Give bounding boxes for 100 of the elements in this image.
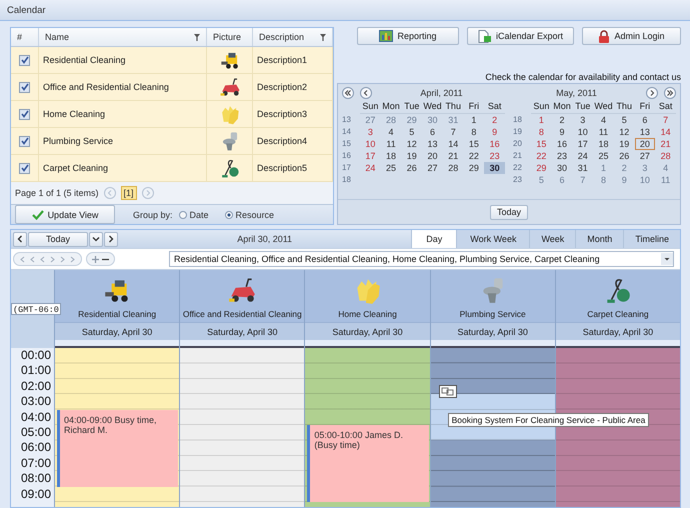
calendar-day[interactable]: 17 — [360, 150, 381, 162]
calendar-day[interactable]: 19 — [614, 138, 635, 150]
column-header[interactable]: # — [11, 28, 39, 46]
row-checkbox[interactable] — [19, 108, 30, 120]
calendar-day[interactable]: 8 — [531, 126, 552, 138]
calendar-day[interactable]: 21 — [442, 150, 464, 162]
resource-column[interactable]: 05:00-10:00 James D. (Busy time) — [304, 348, 430, 507]
radio-option[interactable]: Resource — [224, 210, 274, 220]
all-day-row[interactable] — [55, 340, 180, 348]
calendar-day[interactable]: 20 — [634, 138, 656, 150]
calendar-day[interactable]: 6 — [634, 114, 656, 126]
today-dropdown[interactable]: Today — [28, 232, 88, 246]
view-tab[interactable]: Week — [529, 230, 576, 248]
column-header[interactable]: Name — [39, 28, 207, 46]
calendar-day[interactable]: 5 — [614, 114, 635, 126]
calendar-day[interactable]: 8 — [464, 126, 484, 138]
calendar-day[interactable]: 25 — [380, 162, 402, 174]
row-checkbox[interactable] — [19, 54, 30, 66]
calendar-day[interactable]: 2 — [552, 114, 572, 126]
calendar-day[interactable]: 14 — [655, 126, 676, 138]
calendar-day[interactable]: 9 — [552, 126, 572, 138]
calendar-day[interactable]: 29 — [531, 162, 552, 174]
reporting-button[interactable]: Reporting — [357, 27, 459, 45]
calendar-day[interactable]: 23 — [484, 150, 505, 162]
column-header[interactable]: Description — [253, 28, 333, 46]
calendar-day[interactable]: 4 — [593, 114, 614, 126]
calendar-day[interactable]: 2 — [484, 114, 505, 126]
calendar-day[interactable]: 22 — [531, 150, 552, 162]
calendar-day[interactable]: 13 — [634, 126, 656, 138]
calendar-day[interactable]: 24 — [572, 150, 594, 162]
column-header[interactable]: Picture — [207, 28, 253, 46]
calendar-day[interactable]: 3 — [572, 114, 594, 126]
update-view-button[interactable]: Update View — [15, 205, 115, 224]
fast-backward-icon[interactable] — [342, 87, 354, 99]
radio-option[interactable]: Date — [178, 210, 209, 220]
calendar-day[interactable]: 24 — [360, 162, 381, 174]
calendar-day[interactable]: 4 — [380, 126, 402, 138]
calendar-day[interactable]: 10 — [360, 138, 381, 150]
all-day-row[interactable] — [305, 340, 430, 348]
view-tab[interactable]: Day — [411, 230, 456, 248]
fast-forward-icon[interactable] — [664, 87, 676, 99]
calendar-day[interactable]: 13 — [422, 138, 443, 150]
row-checkbox[interactable] — [19, 136, 30, 146]
resource-column[interactable]: 04:00-09:00 Busy time, Richard M. — [54, 348, 180, 507]
all-day-row[interactable] — [556, 340, 680, 348]
previous-month-icon[interactable] — [360, 87, 372, 99]
calendar-day[interactable]: 7 — [442, 126, 464, 138]
calendar-day[interactable]: 1 — [531, 114, 552, 126]
calendar-day[interactable]: 3 — [360, 126, 381, 138]
calendar-day[interactable]: 7 — [655, 114, 676, 126]
calendar-day[interactable]: 11 — [380, 138, 402, 150]
calendar-day[interactable]: 5 — [401, 126, 422, 138]
calendar-day[interactable]: 19 — [401, 150, 422, 162]
calendar-day[interactable]: 12 — [614, 126, 635, 138]
calendar-day[interactable]: 25 — [593, 150, 614, 162]
dropdown-button[interactable] — [89, 232, 103, 246]
previous-day-button[interactable] — [13, 232, 27, 246]
all-day-row[interactable] — [180, 340, 304, 348]
calendar-day[interactable]: 23 — [552, 150, 572, 162]
row-checkbox[interactable] — [19, 82, 30, 92]
filter-icon[interactable] — [320, 34, 326, 40]
calendar-day[interactable]: 12 — [401, 138, 422, 150]
calendar-day[interactable]: 27 — [422, 162, 443, 174]
calendar-day[interactable]: 10 — [572, 126, 594, 138]
calendar-day[interactable]: 16 — [552, 138, 572, 150]
calendar-day[interactable]: 22 — [464, 150, 484, 162]
today-button[interactable]: Today — [490, 204, 528, 220]
view-tab[interactable]: Month — [575, 230, 624, 248]
calendar-day[interactable]: 26 — [614, 150, 635, 162]
calendar-day[interactable]: 30 — [484, 162, 505, 174]
next-day-button[interactable] — [104, 232, 118, 246]
calendar-day[interactable]: 27 — [634, 150, 656, 162]
appointment[interactable]: 05:00-10:00 James D. (Busy time) — [307, 425, 429, 502]
page-button[interactable]: [1] — [120, 186, 137, 200]
calendar-day[interactable]: 28 — [442, 162, 464, 174]
calendar-day[interactable]: 26 — [401, 162, 422, 174]
filter-icon[interactable] — [194, 34, 200, 40]
calendar-day[interactable]: 28 — [655, 150, 676, 162]
calendar-day[interactable]: 6 — [422, 126, 443, 138]
calendar-day[interactable]: 15 — [531, 138, 552, 150]
calendar-day[interactable]: 15 — [464, 138, 484, 150]
calendar-day[interactable]: 18 — [593, 138, 614, 150]
calendar-day[interactable]: 31 — [572, 162, 594, 174]
view-tab[interactable]: Timeline — [623, 230, 680, 248]
export-button[interactable]: iCalendar Export — [467, 27, 574, 45]
calendar-day[interactable]: 16 — [484, 138, 505, 150]
all-day-row[interactable] — [430, 340, 555, 348]
calendar-day[interactable]: 11 — [593, 126, 614, 138]
calendar-day[interactable]: 29 — [464, 162, 484, 174]
login-button[interactable]: Admin Login — [582, 27, 681, 45]
calendar-day[interactable]: 18 — [380, 150, 402, 162]
calendar-day[interactable]: 21 — [655, 138, 676, 150]
resource-filter-field[interactable]: Residential Cleaning, Office and Residential Cleaning, Home Cleaning, Plumbing Service, Carpet Cleaning — [169, 251, 674, 267]
calendar-day[interactable]: 30 — [552, 162, 572, 174]
calendar-day[interactable]: 9 — [484, 126, 505, 138]
row-checkbox[interactable] — [19, 162, 30, 174]
timezone-field[interactable]: (GMT-06:0 — [11, 303, 61, 315]
calendar-day[interactable]: 1 — [464, 114, 484, 126]
view-tab[interactable]: Work Week — [456, 230, 530, 248]
calendar-day[interactable]: 17 — [572, 138, 594, 150]
